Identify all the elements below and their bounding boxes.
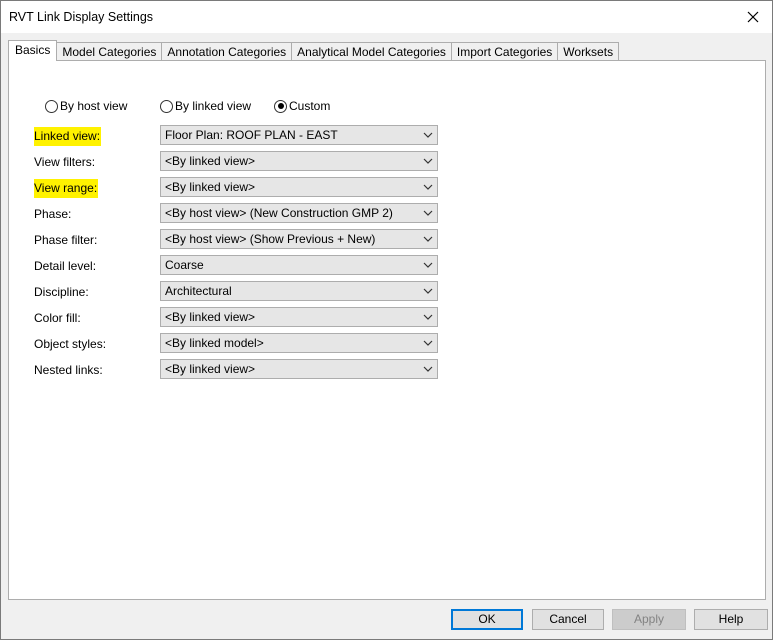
label-color-fill: Color fill: [34, 311, 81, 325]
tab-worksets[interactable]: Worksets [558, 42, 620, 61]
label-view-range: View range: [34, 179, 99, 198]
radio-circle-icon [45, 99, 58, 113]
chevron-down-icon [423, 236, 433, 242]
radio-checked-icon [274, 99, 287, 113]
chevron-down-icon [423, 132, 433, 138]
tab-annotation-categories[interactable]: Annotation Categories [162, 42, 293, 61]
dialog-title: RVT Link Display Settings [9, 10, 154, 24]
label-detail-level: Detail level: [34, 259, 97, 273]
title-bar[interactable]: RVT Link Display Settings [1, 1, 772, 33]
tab-basics[interactable]: Basics [8, 40, 58, 61]
help-button[interactable]: Help [694, 609, 768, 630]
label-discipline: Discipline: [34, 285, 89, 299]
label-linked-view: Linked view: [34, 127, 102, 146]
chevron-down-icon [423, 288, 433, 294]
chevron-down-icon [423, 158, 433, 164]
close-button[interactable] [734, 1, 772, 33]
dropdown-value: <By linked view> [165, 154, 256, 168]
chevron-down-icon [423, 366, 433, 372]
basics-panel: By host view By linked view Custom Linke… [8, 60, 766, 600]
rvt-link-display-settings-dialog: RVT Link Display Settings Basics Model C… [0, 0, 773, 640]
dropdown-value: <By host view> (New Construction GMP 2) [165, 206, 393, 220]
label-nested-links: Nested links: [34, 363, 103, 377]
close-icon [747, 11, 759, 23]
dropdown-value: <By linked view> [165, 362, 256, 376]
phase-filter-dropdown[interactable]: <By host view> (Show Previous + New) [160, 229, 438, 249]
dropdown-value: <By linked view> [165, 180, 256, 194]
discipline-dropdown[interactable]: Architectural [160, 281, 438, 301]
radio-circle-icon [160, 99, 173, 113]
dropdown-value: Floor Plan: ROOF PLAN - EAST [165, 128, 338, 142]
chevron-down-icon [423, 210, 433, 216]
object-styles-dropdown[interactable]: <By linked model> [160, 333, 438, 353]
label-object-styles: Object styles: [34, 337, 107, 351]
radio-by-host-view[interactable]: By host view [45, 99, 127, 113]
chevron-down-icon [423, 262, 433, 268]
label-phase-filter: Phase filter: [34, 233, 98, 247]
tab-model-categories[interactable]: Model Categories [57, 42, 163, 61]
phase-dropdown[interactable]: <By host view> (New Construction GMP 2) [160, 203, 438, 223]
chevron-down-icon [423, 340, 433, 346]
dropdown-value: Coarse [165, 258, 204, 272]
radio-by-linked-view[interactable]: By linked view [160, 99, 251, 113]
radio-custom[interactable]: Custom [274, 99, 330, 113]
label-view-filters: View filters: [34, 155, 96, 169]
chevron-down-icon [423, 184, 433, 190]
detail-level-dropdown[interactable]: Coarse [160, 255, 438, 275]
tab-analytical-model-categories[interactable]: Analytical Model Categories [292, 42, 452, 61]
nested-links-dropdown[interactable]: <By linked view> [160, 359, 438, 379]
dropdown-value: <By linked view> [165, 310, 256, 324]
dropdown-value: <By linked model> [165, 336, 264, 350]
tab-strip: Basics Model Categories Annotation Categ… [8, 40, 620, 61]
tab-import-categories[interactable]: Import Categories [451, 42, 559, 61]
dropdown-value: Architectural [165, 284, 232, 298]
linked-view-dropdown[interactable]: Floor Plan: ROOF PLAN - EAST [160, 125, 438, 145]
color-fill-dropdown[interactable]: <By linked view> [160, 307, 438, 327]
label-phase: Phase: [34, 207, 72, 221]
radio-label: Custom [289, 99, 331, 113]
ok-button[interactable]: OK [451, 609, 523, 630]
apply-button[interactable]: Apply [612, 609, 686, 630]
cancel-button[interactable]: Cancel [532, 609, 604, 630]
dropdown-value: <By host view> (Show Previous + New) [165, 232, 376, 246]
view-filters-dropdown[interactable]: <By linked view> [160, 151, 438, 171]
radio-label: By linked view [175, 99, 252, 113]
chevron-down-icon [423, 314, 433, 320]
radio-label: By host view [60, 99, 128, 113]
view-range-dropdown[interactable]: <By linked view> [160, 177, 438, 197]
